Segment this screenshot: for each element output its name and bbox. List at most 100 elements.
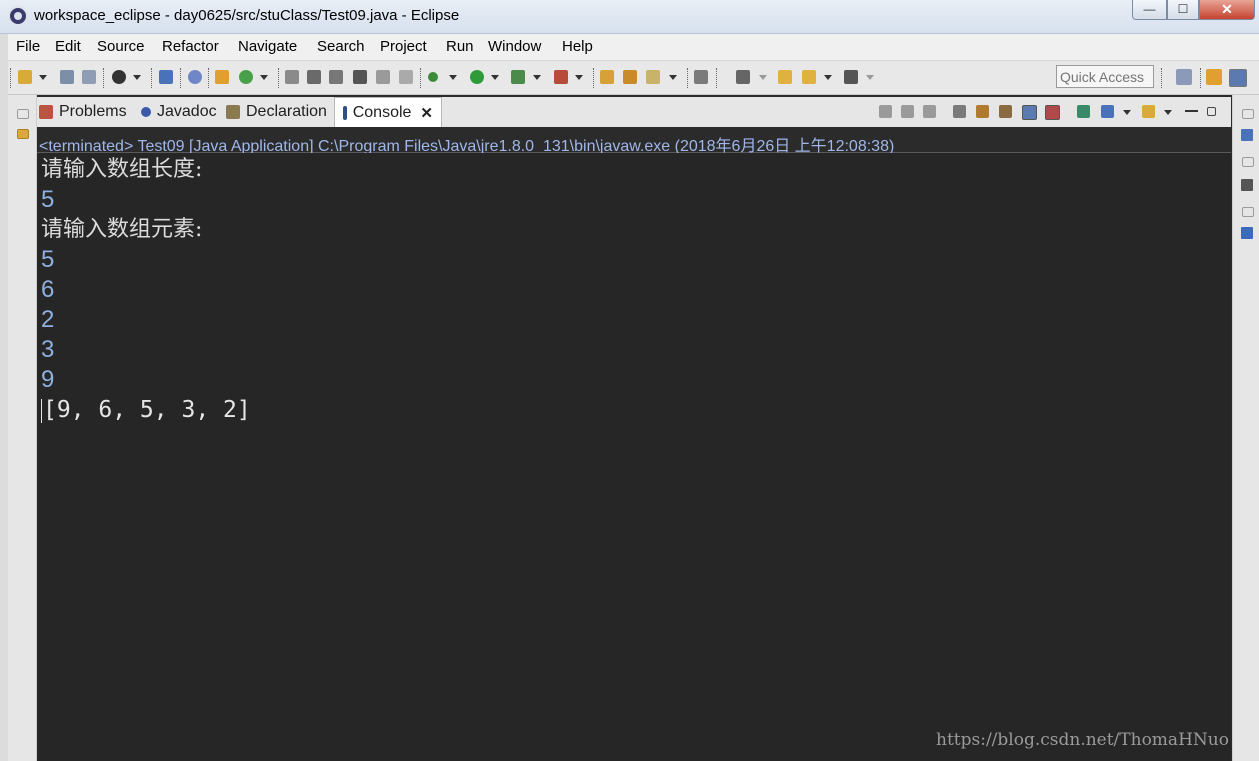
coverage-dropdown-arrow[interactable] [533, 75, 541, 80]
pen-dropdown-arrow[interactable] [669, 75, 677, 80]
open-console-dropdown-arrow[interactable] [1164, 110, 1172, 115]
show-on-stdout-icon[interactable] [1022, 105, 1037, 120]
open-perspective-icon[interactable] [1176, 69, 1192, 85]
menu-run[interactable]: Run [446, 38, 474, 55]
search-icon[interactable] [307, 70, 321, 84]
menu-navigate[interactable]: Navigate [238, 38, 297, 55]
restore-icon[interactable] [1242, 207, 1254, 217]
pin-console-icon[interactable] [1077, 105, 1090, 118]
menu-window[interactable]: Window [488, 38, 541, 55]
run-icon[interactable] [470, 70, 484, 84]
outline-view-icon[interactable] [1241, 179, 1253, 191]
main-toolbar [8, 61, 1259, 95]
new-dropdown-arrow[interactable] [39, 75, 47, 80]
pen-icon[interactable] [646, 70, 660, 84]
tab-label: Problems [59, 103, 127, 120]
console-icon [343, 105, 347, 120]
annotation-icon[interactable] [694, 70, 708, 84]
refactor-icon[interactable] [329, 70, 343, 84]
task-list-icon[interactable] [1241, 129, 1253, 141]
tab-label: Javadoc [157, 103, 217, 120]
task-icon[interactable] [376, 70, 390, 84]
run-dropdown-arrow[interactable] [491, 75, 499, 80]
minimize-view-icon[interactable] [1185, 105, 1198, 112]
tab-javadoc[interactable]: Javadoc [141, 97, 217, 127]
open-console-icon[interactable] [1142, 105, 1155, 118]
debug-perspective-icon[interactable] [1206, 69, 1222, 85]
terminal-icon[interactable] [159, 70, 173, 84]
tab-problems[interactable]: Problems [39, 97, 127, 127]
open-type-icon[interactable] [285, 70, 299, 84]
javadoc-icon [141, 107, 151, 117]
console-line: 请输入数组元素: [41, 217, 203, 242]
display-console-dropdown-arrow[interactable] [1123, 110, 1131, 115]
tab-console[interactable]: Console ✕ [334, 97, 442, 127]
outline-icon[interactable] [353, 70, 367, 84]
restore-icon[interactable] [17, 109, 29, 119]
skip-breakpoints-icon[interactable] [188, 70, 202, 84]
right-trim-bar [1232, 95, 1259, 761]
restore-icon[interactable] [1242, 157, 1254, 167]
console-line: 3 [41, 336, 55, 363]
external-tools-icon[interactable] [554, 70, 568, 84]
forward-dropdown-arrow[interactable] [866, 75, 874, 80]
scroll-lock-icon[interactable] [976, 105, 989, 118]
save-icon[interactable] [60, 70, 74, 84]
watermark: https://blog.csdn.net/ThomaHNuo [936, 730, 1229, 750]
clear-console-icon[interactable] [953, 105, 966, 118]
coverage-icon[interactable] [511, 70, 525, 84]
tab-declaration[interactable]: Declaration [226, 97, 327, 127]
menu-source[interactable]: Source [97, 38, 145, 55]
open-folder-2-icon[interactable] [623, 70, 637, 84]
toolbar-separator [278, 68, 280, 88]
remove-all-terminated-icon[interactable] [923, 105, 936, 118]
save-all-icon[interactable] [82, 70, 96, 84]
maximize-view-icon[interactable] [1207, 107, 1216, 116]
menu-file[interactable]: File [16, 38, 40, 55]
restore-icon[interactable] [1242, 109, 1254, 119]
minimize-button[interactable]: — [1132, 0, 1167, 20]
show-on-stderr-icon[interactable] [1045, 105, 1060, 120]
console-line: 5 [41, 246, 55, 273]
new-class-dropdown-arrow[interactable] [260, 75, 268, 80]
menu-search[interactable]: Search [317, 38, 365, 55]
next-annotation-icon[interactable] [736, 70, 750, 84]
debug-target-dropdown-arrow[interactable] [133, 75, 141, 80]
close-tab-icon[interactable]: ✕ [420, 104, 433, 122]
terminate-icon[interactable] [879, 105, 892, 118]
menu-help[interactable]: Help [562, 38, 593, 55]
last-edit-icon[interactable] [778, 70, 792, 84]
package-explorer-icon[interactable] [17, 129, 29, 139]
debug-dropdown-arrow[interactable] [449, 75, 457, 80]
console-line: 6 [41, 276, 55, 303]
debug-icon[interactable] [428, 72, 438, 82]
next-annotation-dropdown-arrow[interactable] [759, 75, 767, 80]
new-icon[interactable] [18, 70, 32, 84]
word-wrap-icon[interactable] [999, 105, 1012, 118]
quick-access-input[interactable] [1056, 65, 1154, 88]
remove-launch-icon[interactable] [901, 105, 914, 118]
java-perspective-icon[interactable] [1229, 69, 1247, 87]
menu-refactor[interactable]: Refactor [162, 38, 219, 55]
maximize-button[interactable]: ☐ [1167, 0, 1199, 20]
toolbar-separator [1200, 68, 1202, 88]
forward-icon[interactable] [844, 70, 858, 84]
external-tools-dropdown-arrow[interactable] [575, 75, 583, 80]
text-cursor [41, 398, 42, 423]
menu-edit[interactable]: Edit [55, 38, 81, 55]
hierarchy-view-icon[interactable] [1241, 227, 1253, 239]
new-class-icon[interactable] [239, 70, 253, 84]
display-console-icon[interactable] [1101, 105, 1114, 118]
pilcrow-icon[interactable] [399, 70, 413, 84]
new-java-project-icon[interactable] [215, 70, 229, 84]
console-output[interactable]: 请输入数组长度: 5 请输入数组元素: 5 6 2 3 9 [9, 6, 5, … [37, 153, 1231, 761]
back-icon[interactable] [802, 70, 816, 84]
open-folder-icon[interactable] [600, 70, 614, 84]
debug-target-icon[interactable] [112, 70, 126, 84]
menu-bar: File Edit Source Refactor Navigate Searc… [8, 34, 1259, 61]
tab-label: Declaration [246, 103, 327, 120]
menu-project[interactable]: Project [380, 38, 427, 55]
back-dropdown-arrow[interactable] [824, 75, 832, 80]
close-button[interactable]: ✕ [1199, 0, 1255, 20]
toolbar-separator [103, 68, 105, 88]
